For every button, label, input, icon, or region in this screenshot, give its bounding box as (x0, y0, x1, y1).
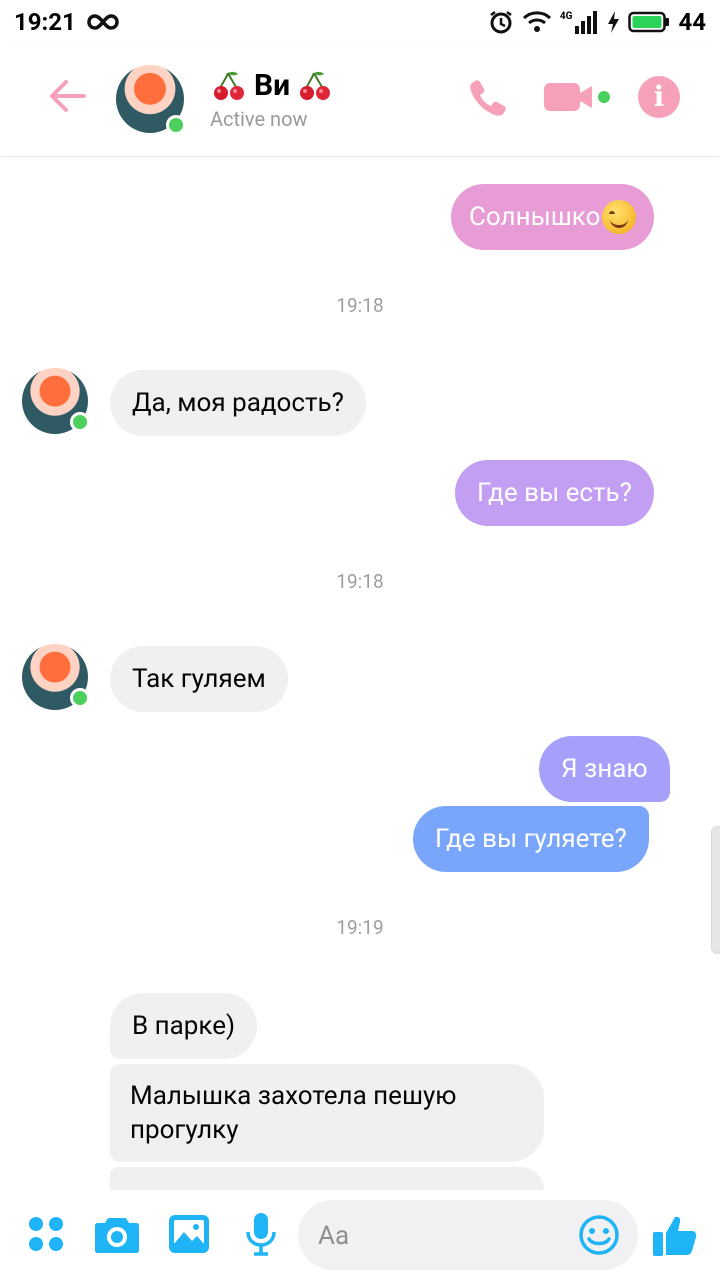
timestamp: 19:18 (336, 294, 384, 317)
thumbs-up-icon[interactable] (652, 1212, 698, 1258)
online-indicator (70, 688, 90, 708)
back-arrow-icon[interactable] (44, 72, 92, 120)
sender-avatar[interactable] (22, 368, 90, 434)
status-time: 19:21 (14, 8, 76, 36)
timestamp: 19:18 (336, 570, 384, 593)
message-received[interactable]: Так гуляем (110, 646, 288, 712)
message-sent[interactable]: Я знаю (539, 736, 670, 802)
timestamp: 19:19 (336, 916, 384, 939)
battery-level: 44 (678, 8, 706, 36)
battery-icon (628, 11, 670, 33)
alarm-icon (490, 11, 512, 34)
online-indicator (70, 412, 90, 432)
microphone-icon[interactable] (244, 1212, 278, 1256)
message-sent[interactable]: Где вы есть? (455, 460, 654, 526)
message-received-partial[interactable] (110, 1167, 544, 1190)
online-indicator (166, 115, 186, 135)
contact-name-text: Ви (254, 68, 291, 103)
info-icon[interactable]: i (638, 76, 680, 118)
video-call-icon[interactable] (542, 77, 612, 117)
charging-icon (608, 11, 620, 33)
contact-name[interactable]: Ви (212, 68, 332, 103)
signal-icon (575, 11, 598, 34)
wifi-icon (522, 11, 551, 32)
message-sent[interactable]: Где вы гуляете? (413, 806, 649, 872)
network-type: 4G (560, 10, 599, 34)
cherry-icon (300, 71, 331, 100)
gallery-icon[interactable] (168, 1214, 210, 1254)
message-received[interactable]: Да, моя радость? (110, 370, 366, 436)
chat-header: Ви Active now i (0, 44, 720, 157)
sender-avatar[interactable] (22, 644, 90, 710)
message-received[interactable]: В парке) (110, 993, 258, 1059)
camera-icon[interactable] (94, 1214, 140, 1254)
scrollbar-handle[interactable] (711, 826, 720, 954)
phone-icon[interactable] (466, 76, 510, 120)
infinity-icon (87, 14, 119, 30)
composer-bar: Aa (0, 1190, 720, 1280)
more-apps-icon[interactable] (28, 1216, 64, 1252)
message-input-placeholder: Aa (318, 1221, 350, 1251)
smiling-face-icon (602, 200, 637, 234)
contact-avatar[interactable] (116, 65, 186, 135)
active-status: Active now (210, 107, 308, 131)
message-sent[interactable]: Солнышко (451, 184, 655, 250)
message-received[interactable]: Малышка захотела пешую прогулку (110, 1064, 544, 1162)
status-bar: 19:21 4G 44 (0, 0, 720, 44)
message-input[interactable]: Aa (298, 1200, 638, 1270)
cherry-icon (214, 71, 244, 100)
emoji-icon[interactable] (578, 1214, 620, 1256)
